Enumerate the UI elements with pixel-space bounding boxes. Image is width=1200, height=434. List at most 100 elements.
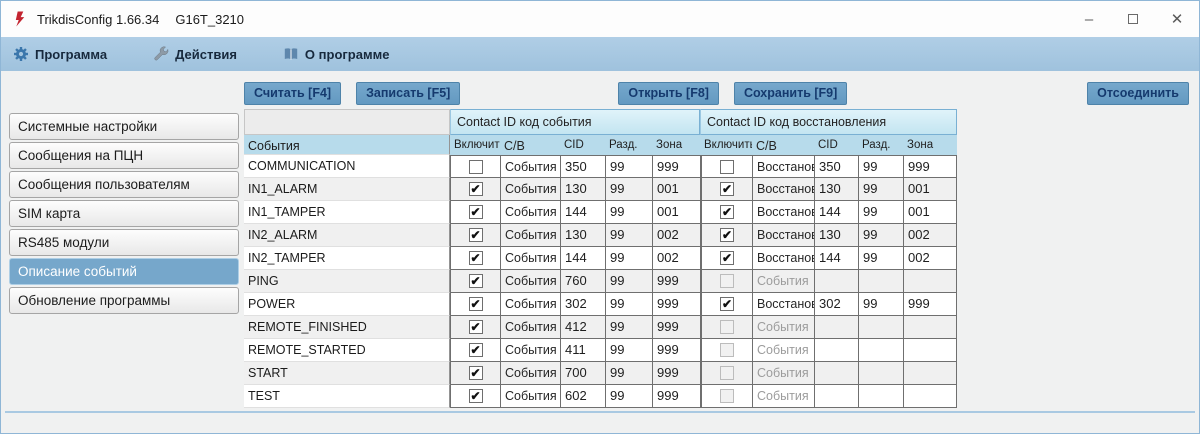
restore-zone-cell[interactable]: 999: [903, 155, 957, 178]
restore-sv-cell[interactable]: Восстановление: [752, 178, 814, 201]
event-zone-cell[interactable]: 999: [652, 316, 700, 339]
event-enabled-checkbox-cell[interactable]: [450, 201, 500, 224]
event-part-cell[interactable]: 99: [605, 316, 652, 339]
event-zone-cell[interactable]: 999: [652, 385, 700, 408]
event-enabled-checkbox-cell[interactable]: [450, 362, 500, 385]
restore-sv-cell[interactable]: Восстановление: [752, 155, 814, 178]
restore-part-cell[interactable]: 99: [858, 293, 903, 316]
restore-part-cell[interactable]: [858, 385, 903, 408]
event-enabled-checkbox-cell[interactable]: [450, 224, 500, 247]
event-cid-cell[interactable]: 602: [560, 385, 605, 408]
restore-sv-cell[interactable]: Восстановление: [752, 247, 814, 270]
restore-sv-cell[interactable]: Восстановление: [752, 224, 814, 247]
restore-enabled-checkbox-cell[interactable]: [700, 293, 752, 316]
disconnect-button[interactable]: Отсоединить: [1087, 82, 1189, 105]
event-enabled-checkbox-cell[interactable]: [450, 316, 500, 339]
restore-cid-cell[interactable]: 130: [814, 178, 858, 201]
restore-part-cell[interactable]: 99: [858, 155, 903, 178]
restore-enabled-checkbox-cell[interactable]: [700, 178, 752, 201]
event-sv-cell[interactable]: События: [500, 316, 560, 339]
restore-enabled-checkbox-cell[interactable]: [700, 247, 752, 270]
event-zone-cell[interactable]: 999: [652, 270, 700, 293]
event-part-cell[interactable]: 99: [605, 339, 652, 362]
event-cid-cell[interactable]: 350: [560, 155, 605, 178]
event-part-cell[interactable]: 99: [605, 247, 652, 270]
event-part-cell[interactable]: 99: [605, 178, 652, 201]
restore-part-cell[interactable]: 99: [858, 201, 903, 224]
sidebar-item-rs485-modules[interactable]: RS485 модули: [9, 229, 239, 256]
event-cid-cell[interactable]: 700: [560, 362, 605, 385]
event-enabled-checkbox-cell[interactable]: [450, 385, 500, 408]
sidebar-item-event-description[interactable]: Описание событий: [9, 258, 239, 285]
event-part-cell[interactable]: 99: [605, 385, 652, 408]
event-zone-cell[interactable]: 002: [652, 224, 700, 247]
minimize-button[interactable]: –: [1067, 1, 1111, 37]
sidebar-item-system-settings[interactable]: Системные настройки: [9, 113, 239, 140]
restore-sv-cell[interactable]: События: [752, 316, 814, 339]
restore-sv-cell[interactable]: События: [752, 385, 814, 408]
event-cid-cell[interactable]: 412: [560, 316, 605, 339]
read-button[interactable]: Считать [F4]: [244, 82, 341, 105]
event-enabled-checkbox-cell[interactable]: [450, 178, 500, 201]
event-zone-cell[interactable]: 001: [652, 201, 700, 224]
restore-part-cell[interactable]: [858, 339, 903, 362]
restore-enabled-checkbox-cell[interactable]: [700, 224, 752, 247]
restore-sv-cell[interactable]: События: [752, 339, 814, 362]
event-zone-cell[interactable]: 999: [652, 155, 700, 178]
restore-zone-cell[interactable]: [903, 362, 957, 385]
restore-part-cell[interactable]: 99: [858, 247, 903, 270]
event-cid-cell[interactable]: 130: [560, 224, 605, 247]
restore-cid-cell[interactable]: [814, 270, 858, 293]
event-sv-cell[interactable]: События: [500, 385, 560, 408]
event-cid-cell[interactable]: 411: [560, 339, 605, 362]
restore-cid-cell[interactable]: 302: [814, 293, 858, 316]
event-sv-cell[interactable]: События: [500, 270, 560, 293]
close-button[interactable]: ✕: [1155, 1, 1199, 37]
sidebar-item-sim-card[interactable]: SIM карта: [9, 200, 239, 227]
event-part-cell[interactable]: 99: [605, 362, 652, 385]
event-cid-cell[interactable]: 302: [560, 293, 605, 316]
event-sv-cell[interactable]: События: [500, 247, 560, 270]
restore-enabled-checkbox-cell[interactable]: [700, 155, 752, 178]
restore-cid-cell[interactable]: [814, 362, 858, 385]
save-button[interactable]: Сохранить [F9]: [734, 82, 847, 105]
event-enabled-checkbox-cell[interactable]: [450, 339, 500, 362]
restore-zone-cell[interactable]: [903, 385, 957, 408]
restore-zone-cell[interactable]: 002: [903, 224, 957, 247]
event-sv-cell[interactable]: События: [500, 339, 560, 362]
sidebar-item-cms-reporting[interactable]: Сообщения на ПЦН: [9, 142, 239, 169]
restore-part-cell[interactable]: 99: [858, 224, 903, 247]
sidebar-item-firmware-update[interactable]: Обновление программы: [9, 287, 239, 314]
event-cid-cell[interactable]: 144: [560, 247, 605, 270]
restore-part-cell[interactable]: [858, 362, 903, 385]
restore-zone-cell[interactable]: 001: [903, 178, 957, 201]
restore-sv-cell[interactable]: События: [752, 270, 814, 293]
event-enabled-checkbox-cell[interactable]: [450, 247, 500, 270]
event-enabled-checkbox-cell[interactable]: [450, 293, 500, 316]
maximize-button[interactable]: [1111, 1, 1155, 37]
restore-zone-cell[interactable]: 001: [903, 201, 957, 224]
event-cid-cell[interactable]: 760: [560, 270, 605, 293]
restore-enabled-checkbox-cell[interactable]: [700, 385, 752, 408]
restore-enabled-checkbox-cell[interactable]: [700, 362, 752, 385]
menu-program[interactable]: Программа: [13, 46, 107, 62]
event-part-cell[interactable]: 99: [605, 155, 652, 178]
event-cid-cell[interactable]: 130: [560, 178, 605, 201]
event-enabled-checkbox-cell[interactable]: [450, 270, 500, 293]
event-sv-cell[interactable]: События: [500, 155, 560, 178]
restore-zone-cell[interactable]: 999: [903, 293, 957, 316]
event-part-cell[interactable]: 99: [605, 224, 652, 247]
menu-actions[interactable]: Действия: [153, 46, 237, 62]
restore-cid-cell[interactable]: 130: [814, 224, 858, 247]
restore-cid-cell[interactable]: [814, 339, 858, 362]
event-sv-cell[interactable]: События: [500, 178, 560, 201]
restore-zone-cell[interactable]: 002: [903, 247, 957, 270]
event-zone-cell[interactable]: 999: [652, 362, 700, 385]
restore-cid-cell[interactable]: 144: [814, 247, 858, 270]
restore-cid-cell[interactable]: 350: [814, 155, 858, 178]
event-sv-cell[interactable]: События: [500, 224, 560, 247]
restore-part-cell[interactable]: 99: [858, 178, 903, 201]
event-cid-cell[interactable]: 144: [560, 201, 605, 224]
event-part-cell[interactable]: 99: [605, 201, 652, 224]
event-zone-cell[interactable]: 999: [652, 293, 700, 316]
